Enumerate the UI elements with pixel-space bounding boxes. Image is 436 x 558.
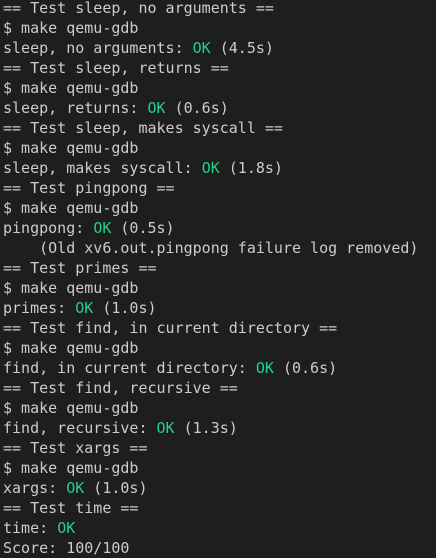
command-line: $ make qemu-gdb [3,19,139,37]
command-line: $ make qemu-gdb [3,199,139,217]
result-line: primes: OK (1.0s) [3,299,157,317]
result-line: find, in current directory: OK (0.6s) [3,359,338,377]
terminal-output: == Test sleep, no arguments == $ make qe… [0,0,436,557]
test-header-line: == Test time == [3,499,139,517]
test-header-line: == Test pingpong == [3,179,175,197]
ok-status: OK [156,419,175,437]
command-line: $ make qemu-gdb [3,459,139,477]
test-header-line: == Test primes == [3,259,157,277]
ok-status: OK [192,39,211,57]
result-line: pingpong: OK (0.5s) [3,219,175,237]
result-line: sleep, returns: OK (0.6s) [3,99,229,117]
log-note-line: (Old xv6.out.pingpong failure log remove… [3,239,419,257]
result-line: sleep, makes syscall: OK (1.8s) [3,159,283,177]
ok-status: OK [201,159,220,177]
ok-status: OK [93,219,112,237]
command-line: $ make qemu-gdb [3,339,139,357]
ok-status: OK [75,299,94,317]
command-line: $ make qemu-gdb [3,139,139,157]
ok-status: OK [57,519,76,537]
command-line: $ make qemu-gdb [3,279,139,297]
score-line: Score: 100/100 [3,539,130,557]
test-header-line: == Test sleep, makes syscall == [3,119,283,137]
result-line: find, recursive: OK (1.3s) [3,419,238,437]
test-header-line: == Test sleep, returns == [3,59,229,77]
ok-status: OK [66,479,85,497]
result-line: xargs: OK (1.0s) [3,479,148,497]
test-header-line: == Test xargs == [3,439,148,457]
command-line: $ make qemu-gdb [3,79,139,97]
command-line: $ make qemu-gdb [3,399,139,417]
ok-status: OK [147,99,166,117]
test-header-line: == Test find, in current directory == [3,319,338,337]
test-header-line: == Test sleep, no arguments == [3,0,274,17]
result-line: sleep, no arguments: OK (4.5s) [3,39,274,57]
result-line: time: OK [3,519,76,537]
ok-status: OK [255,359,274,377]
test-header-line: == Test find, recursive == [3,379,238,397]
